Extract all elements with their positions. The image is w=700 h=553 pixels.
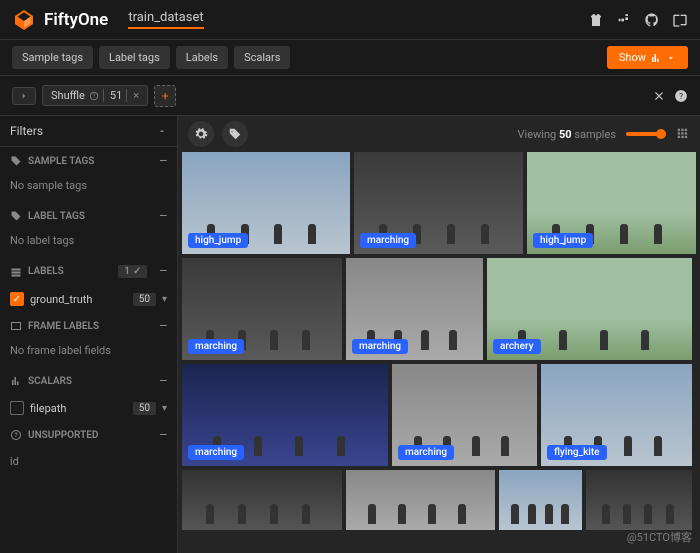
sample-label: marching (188, 339, 244, 354)
scalars-icon (10, 375, 22, 387)
brand-logo: FiftyOne (12, 8, 108, 32)
watermark: @51CTO博客 (627, 529, 692, 545)
viewing-count: Viewing 50 samples (518, 128, 616, 141)
sample-label: high_jump (533, 233, 593, 248)
chevron-down-icon: ▾ (162, 403, 167, 414)
label-tags-empty: No label tags (0, 230, 177, 257)
scalar-filepath[interactable]: filepath 50 ▾ (0, 395, 177, 421)
chevron-up-icon (157, 126, 167, 136)
view-bar: Shuffle ? 51 × + ? (0, 76, 700, 116)
remove-stage-icon[interactable]: × (126, 89, 139, 102)
label-ground-truth[interactable]: ground_truth 50 ▾ (0, 286, 177, 312)
sample-label: marching (352, 339, 408, 354)
svg-text:?: ? (93, 93, 96, 99)
tag-button[interactable] (222, 121, 248, 147)
sample-thumbnail[interactable]: flying_kite (541, 364, 692, 466)
tshirt-icon[interactable] (588, 12, 604, 28)
dataset-selector[interactable]: train_dataset (128, 10, 203, 29)
sample-thumbnail[interactable]: high_jump (527, 152, 696, 254)
tag-bar: Sample tags Label tags Labels Scalars Sh… (0, 40, 700, 76)
settings-button[interactable] (188, 121, 214, 147)
sample-thumbnail[interactable]: high_jump (182, 152, 350, 254)
sample-thumbnail[interactable] (499, 470, 582, 530)
sample-label: archery (493, 339, 541, 354)
sample-label: flying_kite (547, 445, 607, 460)
view-stage-shuffle[interactable]: Shuffle ? 51 × (42, 85, 148, 106)
checkbox-unchecked[interactable] (10, 401, 24, 415)
grid-area: Viewing 50 samples high_jumpmarchinghigh… (178, 116, 700, 553)
add-stage-button[interactable]: + (154, 85, 176, 107)
sample-thumbnail[interactable] (586, 470, 692, 530)
sample-tags-empty: No sample tags (0, 175, 177, 202)
labels-icon (10, 266, 22, 278)
sample-thumbnail[interactable] (346, 470, 495, 530)
svg-text:?: ? (679, 90, 683, 100)
labels-button[interactable]: Labels (176, 46, 228, 69)
show-button[interactable]: Show (607, 46, 688, 69)
grid-header: Viewing 50 samples (178, 116, 700, 152)
sample-thumbnail[interactable] (182, 470, 342, 530)
sample-label: marching (398, 445, 454, 460)
unsupported-id: id (0, 449, 177, 474)
app-header: FiftyOne train_dataset (0, 0, 700, 40)
sample-thumbnail[interactable]: marching (392, 364, 537, 466)
help-icon: ? (89, 91, 99, 101)
section-label-tags[interactable]: LABEL TAGS — (0, 202, 177, 230)
header-actions (588, 12, 688, 28)
section-scalars[interactable]: SCALARS — (0, 367, 177, 395)
help-circle-icon[interactable]: ? (674, 89, 688, 103)
section-labels[interactable]: LABELS 1 ✓ — (0, 257, 177, 286)
sidebar: Filters SAMPLE TAGS — No sample tags LAB… (0, 116, 178, 553)
sample-label: high_jump (188, 233, 248, 248)
scalars-button[interactable]: Scalars (234, 46, 290, 69)
section-sample-tags[interactable]: SAMPLE TAGS — (0, 147, 177, 175)
clear-view-icon[interactable] (652, 89, 666, 103)
svg-text:?: ? (15, 432, 18, 439)
section-frame-labels[interactable]: FRAME LABELS — (0, 312, 177, 340)
tag-icon (10, 155, 22, 167)
tag-icon (228, 127, 242, 141)
chevron-down-icon: ▾ (162, 294, 167, 305)
chevron-down-icon (666, 53, 676, 63)
github-icon[interactable] (644, 12, 660, 28)
section-unsupported[interactable]: ? UNSUPPORTED — (0, 421, 177, 449)
sample-tags-button[interactable]: Sample tags (12, 46, 93, 69)
sample-thumbnail[interactable]: marching (346, 258, 483, 360)
brand-name: FiftyOne (44, 10, 108, 30)
filters-header[interactable]: Filters (0, 116, 177, 147)
sample-thumbnail[interactable]: marching (182, 364, 388, 466)
unsupported-icon: ? (10, 429, 22, 441)
chart-icon (650, 52, 662, 64)
slack-icon[interactable] (616, 12, 632, 28)
fiftyone-logo-icon (12, 8, 36, 32)
samples-grid[interactable]: high_jump marching high_jump marching marchi… (178, 152, 700, 553)
sample-thumbnail[interactable]: marching (182, 258, 342, 360)
sample-thumbnail[interactable]: marching (354, 152, 523, 254)
grid-view-icon[interactable] (676, 127, 690, 141)
view-back-button[interactable] (12, 87, 36, 105)
zoom-slider[interactable] (626, 132, 666, 136)
label-tags-button[interactable]: Label tags (99, 46, 170, 69)
sample-label: marching (360, 233, 416, 248)
frame-icon (10, 320, 22, 332)
main-content: Filters SAMPLE TAGS — No sample tags LAB… (0, 116, 700, 553)
checkbox-checked[interactable] (10, 292, 24, 306)
frame-labels-empty: No frame label fields (0, 340, 177, 367)
docs-icon[interactable] (672, 12, 688, 28)
gear-icon (194, 127, 208, 141)
sample-label: marching (188, 445, 244, 460)
tags-icon (10, 210, 22, 222)
sample-thumbnail[interactable]: archery (487, 258, 692, 360)
chevron-right-icon (19, 91, 29, 101)
